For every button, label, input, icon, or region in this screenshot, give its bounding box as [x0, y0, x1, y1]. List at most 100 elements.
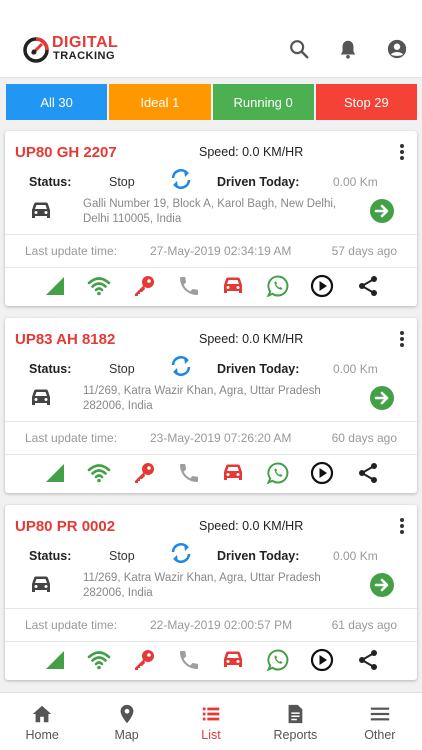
nav-item-list[interactable]: List — [169, 693, 253, 750]
arrow-right-icon[interactable] — [370, 199, 394, 223]
vehicle-plate: UP80 PR 0002 — [15, 518, 116, 535]
refresh-icon[interactable] — [169, 167, 193, 191]
more-options-icon[interactable] — [399, 330, 405, 348]
refresh-icon[interactable] — [169, 541, 193, 565]
bell-icon[interactable] — [337, 38, 359, 60]
vehicle-actions — [5, 457, 417, 489]
vehicle-address: 11/269, Katra Wazir Khan, Agra, Uttar Pr… — [83, 385, 321, 412]
wifi-icon[interactable] — [87, 274, 111, 298]
refresh-icon[interactable] — [169, 354, 193, 378]
status-value: Stop — [109, 175, 135, 189]
key-icon[interactable] — [132, 274, 156, 298]
key-icon[interactable] — [132, 648, 156, 672]
account-icon[interactable] — [386, 38, 408, 60]
vehicle-actions — [5, 644, 417, 676]
app-header: DIGITAL TRACKING — [0, 0, 422, 78]
last-update-label: Last update time: — [25, 618, 118, 632]
last-update-label: Last update time: — [25, 244, 118, 258]
nav-label: List — [201, 728, 221, 742]
phone-icon[interactable] — [177, 274, 201, 298]
last-update-ago: 57 days ago — [331, 244, 397, 258]
report-icon — [289, 704, 303, 724]
more-options-icon[interactable] — [399, 143, 405, 161]
car-icon[interactable] — [221, 274, 245, 298]
vehicle-plate: UP80 GH 2207 — [15, 144, 117, 161]
vehicle-card[interactable]: UP80 PR 0002 Speed: 0.0 KM/HR Status: St… — [5, 505, 417, 680]
nav-label: Home — [25, 728, 59, 742]
nav-item-map[interactable]: Map — [84, 693, 168, 750]
status-value: Stop — [109, 362, 135, 376]
vehicle-car-icon — [32, 576, 50, 592]
status-filter-tabs: All 30 Ideal 1 Running 0 Stop 29 — [6, 84, 417, 120]
divider — [5, 234, 417, 235]
status-label: Status: — [29, 362, 72, 376]
vehicle-car-icon — [32, 202, 50, 218]
vehicle-speed: Speed: 0.0 KM/HR — [199, 332, 304, 346]
list-icon — [202, 707, 220, 721]
nav-label: Other — [364, 728, 396, 742]
driven-today-label: Driven Today: — [217, 362, 300, 376]
driven-today-value: 0.00 Km — [333, 175, 378, 189]
nav-item-home[interactable]: Home — [0, 693, 84, 750]
share-icon[interactable] — [356, 274, 380, 298]
arrow-right-icon[interactable] — [370, 386, 394, 410]
last-update-label: Last update time: — [25, 431, 118, 445]
search-icon[interactable] — [288, 38, 310, 60]
divider — [5, 421, 417, 422]
bottom-nav: Home Map List Reports Other — [0, 692, 422, 750]
play-icon[interactable] — [310, 648, 334, 672]
phone-icon[interactable] — [177, 648, 201, 672]
more-options-icon[interactable] — [399, 517, 405, 535]
key-icon[interactable] — [132, 461, 156, 485]
app-logo: DIGITAL TRACKING — [22, 34, 122, 64]
nav-item-other[interactable]: Other — [338, 693, 422, 750]
driven-today-label: Driven Today: — [217, 175, 300, 189]
signal-icon[interactable] — [43, 648, 67, 672]
status-value: Stop — [109, 549, 135, 563]
wifi-icon[interactable] — [87, 648, 111, 672]
vehicle-card[interactable]: UP80 GH 2207 Speed: 0.0 KM/HR Status: St… — [5, 131, 417, 306]
divider — [5, 641, 417, 642]
divider — [5, 608, 417, 609]
phone-icon[interactable] — [177, 461, 201, 485]
share-icon[interactable] — [356, 461, 380, 485]
car-icon[interactable] — [221, 461, 245, 485]
nav-item-reports[interactable]: Reports — [253, 693, 337, 750]
last-update-ago: 61 days ago — [331, 618, 397, 632]
tab-all[interactable]: All 30 — [6, 84, 108, 120]
vehicle-address: Galli Number 19, Block A, Karol Bagh, Ne… — [83, 198, 337, 225]
whatsapp-icon[interactable] — [266, 274, 290, 298]
nav-label: Reports — [273, 728, 318, 742]
tab-running[interactable]: Running 0 — [212, 84, 314, 120]
nav-label: Map — [114, 728, 139, 742]
logo-mark-icon — [23, 37, 49, 63]
map-pin-icon — [120, 704, 134, 724]
status-label: Status: — [29, 175, 72, 189]
play-icon[interactable] — [310, 461, 334, 485]
whatsapp-icon[interactable] — [266, 461, 290, 485]
last-update-time: 23-May-2019 07:26:20 AM — [150, 431, 292, 445]
play-icon[interactable] — [310, 274, 334, 298]
wifi-icon[interactable] — [87, 461, 111, 485]
vehicle-card[interactable]: UP83 AH 8182 Speed: 0.0 KM/HR Status: St… — [5, 318, 417, 493]
driven-today-value: 0.00 Km — [333, 549, 378, 563]
home-icon — [33, 705, 52, 723]
car-icon[interactable] — [221, 648, 245, 672]
divider — [5, 267, 417, 268]
vehicle-actions — [5, 270, 417, 302]
tab-stop[interactable]: Stop 29 — [315, 84, 417, 120]
vehicle-speed: Speed: 0.0 KM/HR — [199, 145, 304, 159]
signal-icon[interactable] — [43, 461, 67, 485]
menu-icon — [370, 707, 389, 721]
tab-ideal[interactable]: Ideal 1 — [109, 84, 211, 120]
signal-icon[interactable] — [43, 274, 67, 298]
divider — [5, 454, 417, 455]
last-update-time: 27-May-2019 02:34:19 AM — [150, 244, 292, 258]
driven-today-label: Driven Today: — [217, 549, 300, 563]
arrow-right-icon[interactable] — [370, 573, 394, 597]
vehicle-plate: UP83 AH 8182 — [15, 331, 116, 348]
whatsapp-icon[interactable] — [266, 648, 290, 672]
last-update-time: 22-May-2019 02:00:57 PM — [150, 618, 293, 632]
share-icon[interactable] — [356, 648, 380, 672]
driven-today-value: 0.00 Km — [333, 362, 378, 376]
